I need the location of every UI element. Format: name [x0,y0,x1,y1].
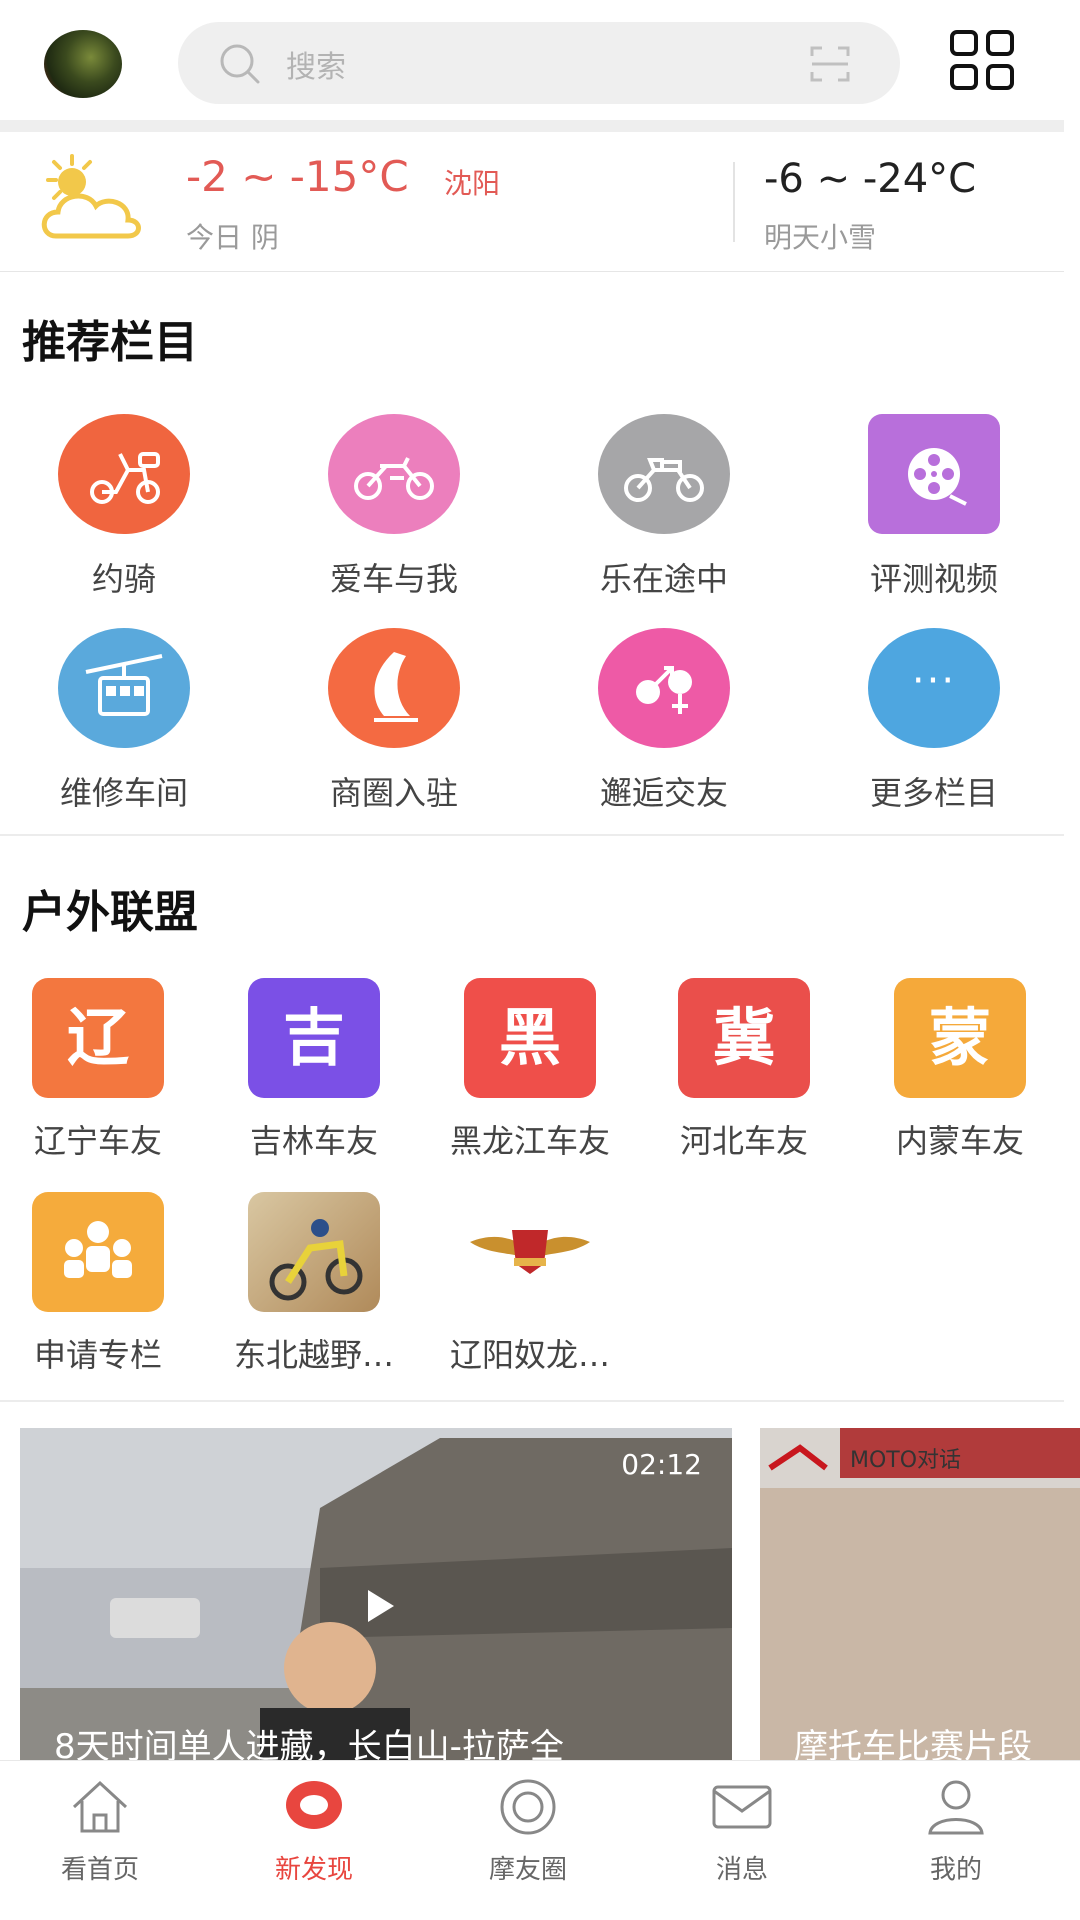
video-logo-text: MOTO对话 [850,1448,962,1473]
film-reel-icon [868,414,1000,534]
section-divider [0,1400,1064,1402]
alliance-item-label: 吉林车友 [249,1122,378,1160]
rec-item-xiehou[interactable]: 邂逅交友 [534,628,794,814]
neimeng-tile: 蒙 [894,978,1026,1098]
alliance-item-label: 辽宁车友 [33,1122,162,1160]
city-name[interactable]: 沈阳 [444,162,500,202]
nav-label: 摩友圈 [488,1855,567,1885]
nav-discover[interactable]: 新发现 [214,1777,414,1886]
jilin-tile: 吉 [248,978,380,1098]
discover-icon [286,1781,342,1829]
section-divider [0,834,1064,836]
rec-item-shangquan[interactable]: 商圈入驻 [264,628,524,814]
rec-item-label: 更多栏目 [869,774,998,812]
alliance-item-label: 黑龙江车友 [449,1122,610,1160]
divider [0,120,1064,132]
search-bar[interactable]: 搜索 [178,22,900,104]
rec-item-yueqi[interactable]: 约骑 [0,414,254,600]
tomorrow-temperature: -6 ~ -24°C [764,156,977,202]
alliance-item-liaoyang[interactable]: 辽阳奴龙… [430,1192,630,1376]
cruiser-motorcycle-icon [598,414,730,534]
rec-item-more[interactable]: ··· 更多栏目 [804,628,1064,814]
search-icon [220,44,260,84]
scan-icon[interactable] [810,44,850,84]
weather-divider [733,162,735,242]
rec-item-label: 邂逅交友 [599,774,728,812]
alliance-item-label: 内蒙车友 [895,1122,1024,1160]
cloudy-sun-icon [41,154,141,239]
video-caption: 8天时间单人进藏，长白山-拉萨全 [54,1727,564,1760]
alliance-item-neimeng[interactable]: 蒙 内蒙车友 [860,978,1060,1162]
nav-profile[interactable]: 我的 [856,1777,1056,1886]
envelope-icon [712,1785,772,1829]
nav-home[interactable]: 看首页 [0,1777,200,1886]
apps-grid-icon[interactable] [950,30,1014,90]
alliance-item-label: 河北车友 [679,1122,808,1160]
avatar[interactable] [44,30,122,98]
play-icon[interactable] [348,1576,408,1636]
video-card[interactable]: MOTO对话 摩托车比赛片段 [760,1428,1080,1760]
alliance-item-dongbei[interactable]: 东北越野… [214,1192,414,1376]
video-caption: 摩托车比赛片段 [794,1727,1032,1760]
rec-item-pingce[interactable]: 评测视频 [804,414,1064,600]
rec-item-label: 商圈入驻 [329,774,458,812]
search-placeholder: 搜索 [286,50,346,85]
section-title-alliance: 户外联盟 [22,887,198,938]
video-thumbnail [760,1428,1080,1760]
alliance-item-label: 辽阳奴龙… [449,1336,610,1374]
rec-item-weixiu[interactable]: 维修车间 [0,628,254,814]
nav-messages[interactable]: 消息 [642,1777,842,1886]
heilongjiang-tile: 黑 [464,978,596,1098]
gender-symbols-icon [598,628,730,748]
hebei-tile: 冀 [678,978,810,1098]
video-duration: 02:12 [621,1448,702,1481]
rec-item-label: 维修车间 [59,774,188,812]
motorcycle-icon [328,414,460,534]
scooter-icon [58,414,190,534]
nav-label: 新发现 [274,1855,353,1885]
alliance-item-label: 东北越野… [233,1336,394,1374]
alliance-item-jilin[interactable]: 吉 吉林车友 [214,978,414,1162]
tomorrow-condition: 明天小雪 [764,221,877,254]
bottom-nav: 看首页 新发现 摩友圈 消息 我的 [0,1760,1080,1920]
video-card[interactable]: 02:12 8天时间单人进藏，长白山-拉萨全 [20,1428,732,1760]
nav-label: 消息 [715,1855,768,1885]
dirtbike-image [248,1192,380,1312]
circle-icon [500,1779,556,1835]
alliance-item-heilongjiang[interactable]: 黑 黑龙江车友 [430,978,630,1162]
user-icon [928,1780,984,1835]
cable-car-icon [58,628,190,748]
group-people-icon [32,1192,164,1312]
alliance-item-label: 申请专栏 [33,1336,162,1374]
rec-item-label: 爱车与我 [329,560,458,598]
alliance-item-apply[interactable]: 申请专栏 [0,1192,198,1376]
rec-item-label: 乐在途中 [599,560,728,598]
alliance-item-hebei[interactable]: 冀 河北车友 [644,978,844,1162]
nav-label: 我的 [929,1855,982,1885]
section-title-recommended: 推荐栏目 [22,317,198,368]
today-condition: 今日 阴 [186,221,279,254]
nav-moyou[interactable]: 摩友圈 [428,1777,628,1886]
winged-badge-logo [464,1192,596,1312]
rec-item-label: 评测视频 [869,560,998,598]
rec-item-label: 约骑 [91,560,156,598]
nav-label: 看首页 [60,1855,139,1885]
top-bar: 搜索 [0,0,1080,120]
alliance-item-liaoning[interactable]: 辽 辽宁车友 [0,978,198,1162]
rec-item-lezaituzhong[interactable]: 乐在途中 [534,414,794,600]
today-temperature: -2 ~ -15°C [186,152,409,201]
more-dots-icon: ··· [868,628,1000,748]
weather-panel[interactable]: -2 ~ -15°C 沈阳 今日 阴 -6 ~ -24°C 明天小雪 [0,132,1064,272]
home-icon [72,1780,128,1833]
rec-item-aiche[interactable]: 爱车与我 [264,414,524,600]
liaoning-tile: 辽 [32,978,164,1098]
sailboat-icon [328,628,460,748]
